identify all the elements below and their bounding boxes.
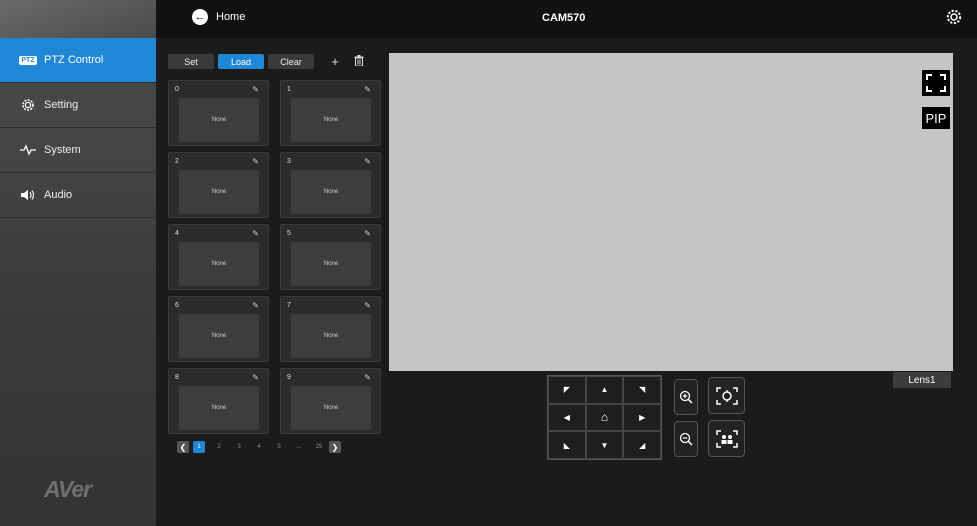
next-page-icon[interactable]: ❯ (329, 441, 341, 453)
preset-thumbnail: None (291, 242, 371, 286)
ptz-home-icon[interactable]: ⌂ (585, 403, 624, 432)
pan-down-icon[interactable]: ▼ (585, 431, 624, 459)
preset-thumbnail: None (179, 314, 259, 358)
pagination: ❮ 1 2 3 4 5 ... 25 ❯ (177, 441, 341, 453)
preset-card[interactable]: 0 ✎ None (168, 80, 269, 146)
edit-pencil-icon[interactable]: ✎ (364, 373, 371, 382)
preset-thumbnail: None (291, 98, 371, 142)
preset-card[interactable]: 6 ✎ None (168, 296, 269, 362)
page-25[interactable]: 25 (309, 444, 329, 450)
page-1[interactable]: 1 (193, 441, 205, 453)
back-arrow-icon: ← (192, 9, 208, 25)
preset-card[interactable]: 4 ✎ None (168, 224, 269, 290)
load-button[interactable]: Load (218, 54, 264, 69)
page-5[interactable]: 5 (269, 444, 289, 450)
sidebar-nav: PTZ PTZ Control Setting System Audio (0, 38, 156, 218)
tracking-icon[interactable] (708, 420, 745, 457)
auto-focus-icon[interactable] (708, 377, 745, 414)
preset-card[interactable]: 3 ✎ None (280, 152, 381, 218)
edit-pencil-icon[interactable]: ✎ (364, 157, 371, 166)
ptz-direction-pad: ◤ ▲ ◥ ◀ ⌂ ▶ ◣ ▼ ◢ (547, 375, 662, 460)
pan-up-right-icon[interactable]: ◥ (623, 376, 661, 404)
sidebar-item-system[interactable]: System (0, 128, 156, 173)
zoom-in-icon[interactable] (674, 379, 698, 415)
preset-number: 5 (287, 230, 291, 237)
preset-toolbar: Set Load Clear + (168, 54, 366, 69)
preset-card[interactable]: 7 ✎ None (280, 296, 381, 362)
pan-right-icon[interactable]: ▶ (623, 403, 661, 432)
edit-pencil-icon[interactable]: ✎ (252, 373, 259, 382)
zoom-out-icon[interactable] (674, 421, 698, 457)
preset-thumbnail: None (291, 386, 371, 430)
edit-pencil-icon[interactable]: ✎ (252, 85, 259, 94)
preset-number: 9 (287, 374, 291, 381)
sidebar-item-audio[interactable]: Audio (0, 173, 156, 218)
gear-icon (18, 97, 38, 113)
edit-pencil-icon[interactable]: ✎ (364, 85, 371, 94)
sidebar-item-label: System (44, 144, 81, 156)
clear-button[interactable]: Clear (268, 54, 314, 69)
edit-pencil-icon[interactable]: ✎ (252, 229, 259, 238)
preset-number: 0 (175, 86, 179, 93)
add-icon[interactable]: + (328, 54, 342, 69)
edit-pencil-icon[interactable]: ✎ (252, 301, 259, 310)
edit-pencil-icon[interactable]: ✎ (252, 157, 259, 166)
preset-thumbnail: None (179, 170, 259, 214)
set-button[interactable]: Set (168, 54, 214, 69)
aver-logo: AVer (44, 476, 92, 502)
sidebar-item-label: PTZ Control (44, 54, 104, 66)
page-4[interactable]: 4 (249, 444, 269, 450)
settings-gear-icon[interactable] (945, 8, 963, 26)
preset-thumbnail: None (179, 386, 259, 430)
preset-number: 7 (287, 302, 291, 309)
preset-number: 8 (175, 374, 179, 381)
sidebar-item-label: Audio (44, 189, 73, 201)
pan-down-right-icon[interactable]: ◢ (623, 431, 661, 459)
page-2[interactable]: 2 (209, 444, 229, 450)
preset-card[interactable]: 2 ✎ None (168, 152, 269, 218)
speaker-icon (18, 187, 38, 203)
preset-card[interactable]: 8 ✎ None (168, 368, 269, 434)
preset-number: 4 (175, 230, 179, 237)
pan-left-icon[interactable]: ◀ (548, 403, 586, 432)
preset-thumbnail: None (291, 170, 371, 214)
preset-card[interactable]: 1 ✎ None (280, 80, 381, 146)
sidebar-item-label: Setting (44, 99, 79, 111)
preset-number: 2 (175, 158, 179, 165)
sidebar-item-setting[interactable]: Setting (0, 83, 156, 128)
pip-button[interactable]: PIP (922, 107, 950, 129)
preset-thumbnail: None (291, 314, 371, 358)
preset-number: 3 (287, 158, 291, 165)
page-3[interactable]: 3 (229, 444, 249, 450)
prev-page-icon[interactable]: ❮ (177, 441, 189, 453)
camera-name: CAM570 (542, 12, 586, 24)
pan-up-left-icon[interactable]: ◤ (548, 376, 586, 404)
pan-up-icon[interactable]: ▲ (585, 376, 624, 404)
sidebar: PTZ PTZ Control Setting System Audio AVe… (0, 0, 156, 526)
preset-number: 6 (175, 302, 179, 309)
edit-pencil-icon[interactable]: ✎ (364, 301, 371, 310)
video-preview[interactable] (389, 53, 953, 371)
preset-number: 1 (287, 86, 291, 93)
trash-icon[interactable] (352, 54, 366, 69)
lens-label: Lens1 (893, 372, 951, 388)
preset-thumbnail: None (179, 242, 259, 286)
preset-card[interactable]: 9 ✎ None (280, 368, 381, 434)
preset-card[interactable]: 5 ✎ None (280, 224, 381, 290)
preset-thumbnail: None (179, 98, 259, 142)
pan-down-left-icon[interactable]: ◣ (548, 431, 586, 459)
fullscreen-icon[interactable] (922, 70, 950, 96)
edit-pencil-icon[interactable]: ✎ (364, 229, 371, 238)
home-button[interactable]: ← Home (192, 9, 245, 25)
page-ellipsis: ... (296, 444, 302, 450)
sidebar-header (0, 0, 156, 38)
pulse-icon (18, 142, 38, 158)
top-bar: ← Home CAM570 (156, 0, 977, 38)
sidebar-item-ptz-control[interactable]: PTZ PTZ Control (0, 38, 156, 83)
ptz-icon: PTZ (19, 55, 37, 65)
home-label: Home (216, 11, 246, 23)
